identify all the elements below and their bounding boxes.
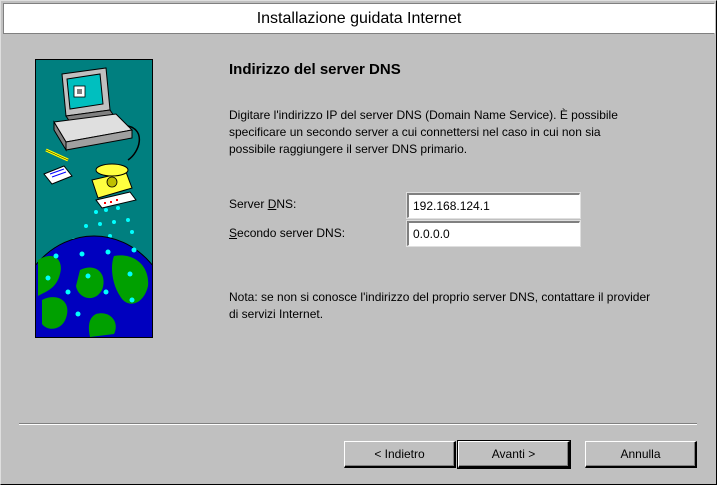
dns-server-input[interactable] — [406, 192, 581, 219]
window-title: Installazione guidata Internet — [3, 3, 715, 34]
dns-server-label: Server DNS: — [229, 197, 297, 211]
next-button[interactable]: Avanti > — [457, 440, 571, 469]
secondary-dns-server-label: Secondo server DNS: — [229, 226, 346, 240]
secondary-dns-server-input[interactable] — [406, 220, 581, 247]
page-description: Digitare l'indirizzo IP del server DNS (… — [229, 108, 618, 156]
button-separator — [19, 423, 697, 425]
page-title: Indirizzo del server DNS — [229, 61, 401, 78]
wizard-illustration — [35, 59, 153, 338]
dns-help-note: Nota: se non si conosce l'indirizzo del … — [229, 290, 651, 321]
wizard-window: Installazione guidata Internet Indirizzo… — [0, 0, 717, 485]
computer-phone-globe-icon — [36, 60, 152, 337]
back-button[interactable]: < Indietro — [344, 441, 456, 468]
cancel-button[interactable]: Annulla — [585, 441, 697, 468]
